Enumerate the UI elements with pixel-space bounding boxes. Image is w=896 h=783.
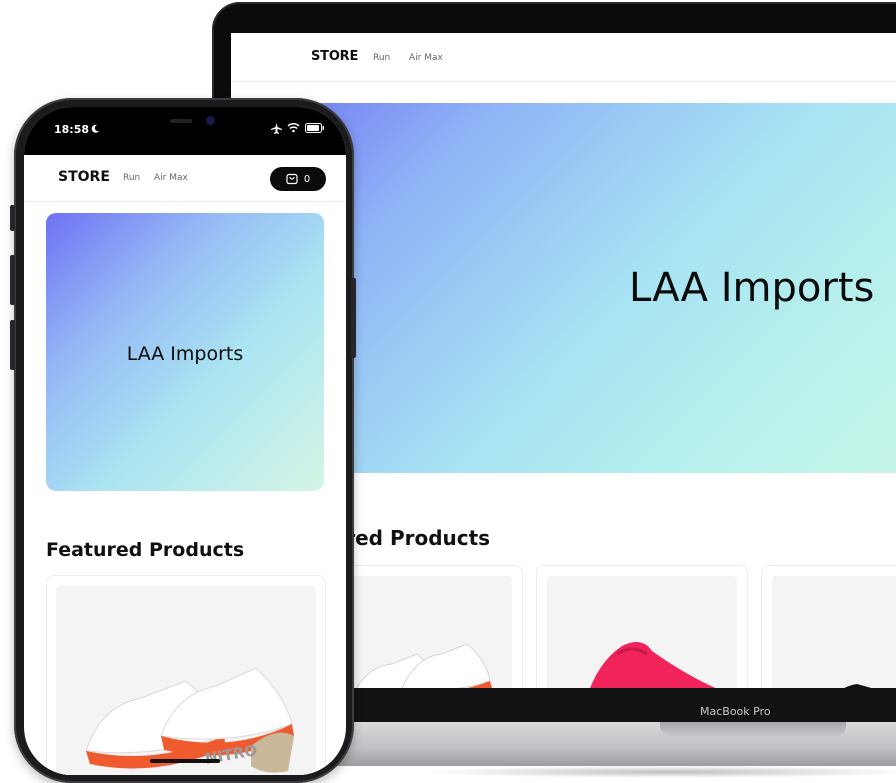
airplane-icon xyxy=(271,123,282,134)
black-sneaker-image xyxy=(831,684,882,699)
mobile-navbar: STORE Run Air Max 0 xyxy=(24,155,346,202)
desktop-nav-air-max[interactable]: Air Max xyxy=(409,53,443,63)
home-indicator xyxy=(150,759,220,763)
phone-power-button xyxy=(351,278,356,358)
desktop-product-image-2 xyxy=(547,576,737,699)
desktop-product-card-2[interactable] xyxy=(536,565,748,699)
macbook-label: MacBook Pro xyxy=(700,705,771,718)
white-running-shoes-image: NITRO xyxy=(85,667,294,773)
mobile-hero-title: LAA Imports xyxy=(126,343,244,365)
phone-volume-down xyxy=(10,320,15,370)
moon-icon xyxy=(91,124,99,133)
phone-notch xyxy=(110,107,260,139)
desktop-hero-title: LAA Imports xyxy=(629,265,875,311)
phone-screen: 18:58 STORE Run Air Max 0 LAA Imports Fe… xyxy=(24,107,346,775)
mobile-hero-banner: LAA Imports xyxy=(46,213,324,491)
mobile-logo[interactable]: STORE xyxy=(58,169,110,185)
battery-icon xyxy=(305,123,324,133)
mobile-nav-run[interactable]: Run xyxy=(123,173,140,183)
cart-button[interactable]: 0 xyxy=(270,167,326,191)
front-camera xyxy=(206,116,215,125)
phone-mute-switch xyxy=(10,205,15,231)
mobile-featured-title: Featured Products xyxy=(46,539,245,561)
desktop-product-card-3[interactable] xyxy=(761,565,896,699)
cart-count: 0 xyxy=(303,173,311,185)
speaker-grille xyxy=(170,119,192,123)
desktop-navbar: STORE Run Air Max xyxy=(231,33,896,82)
laptop-shadow xyxy=(420,766,896,778)
phone-volume-up xyxy=(10,255,15,305)
status-bar: 18:58 xyxy=(24,107,346,155)
mobile-nav-air-max[interactable]: Air Max xyxy=(154,173,188,183)
desktop-featured-title: ured Products xyxy=(331,526,491,550)
mobile-product-card[interactable]: NITRO xyxy=(46,575,326,775)
mobile-product-image: NITRO xyxy=(56,586,316,775)
cart-bag-icon xyxy=(286,173,298,185)
status-time: 18:58 xyxy=(54,123,90,136)
desktop-product-image-3 xyxy=(772,576,896,699)
pink-sneaker-image xyxy=(586,642,722,699)
wifi-icon xyxy=(287,123,300,133)
desktop-nav-run[interactable]: Run xyxy=(373,53,390,63)
laptop-notch xyxy=(660,722,846,736)
desktop-logo[interactable]: STORE xyxy=(311,49,358,64)
